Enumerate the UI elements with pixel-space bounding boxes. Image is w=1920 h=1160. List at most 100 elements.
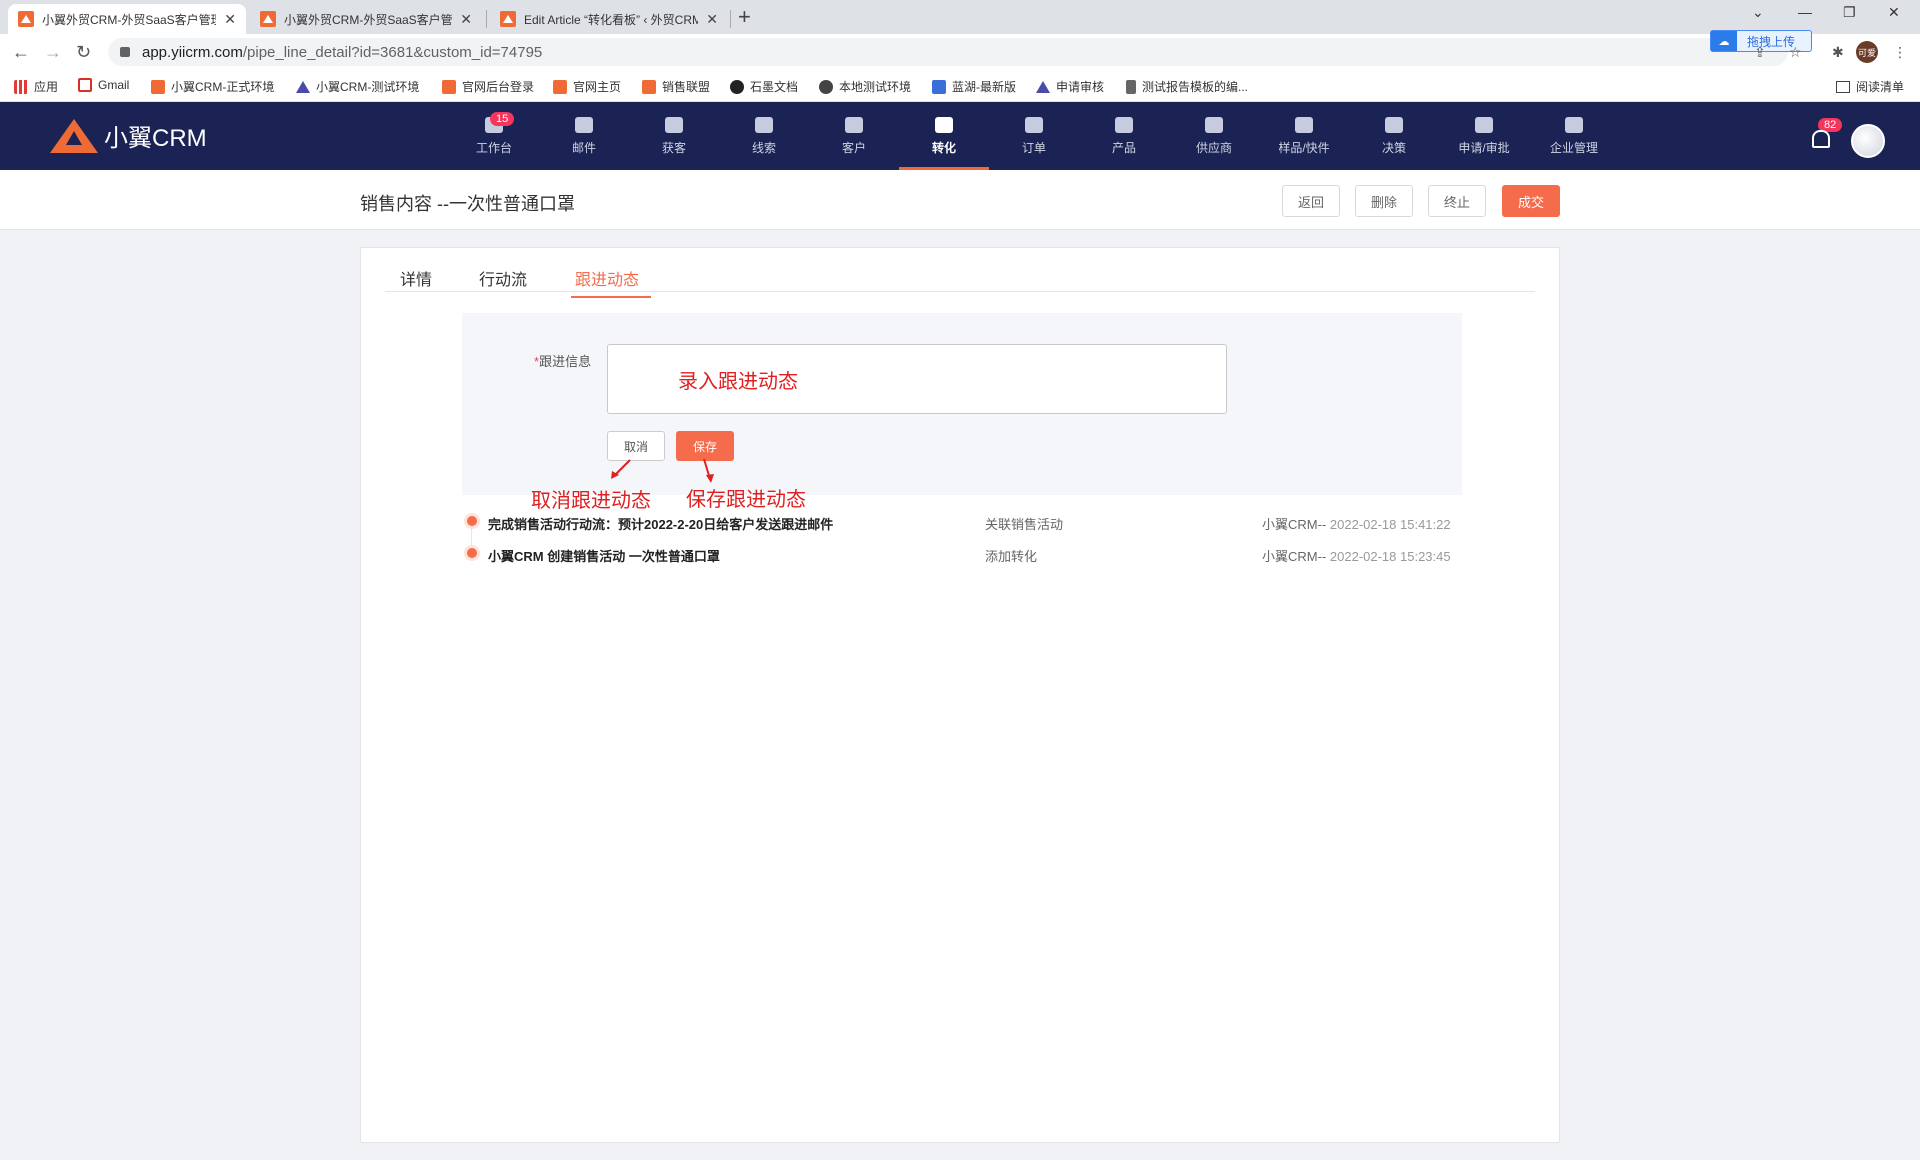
tab-divider: [730, 10, 731, 28]
reload-icon[interactable]: ↻: [76, 42, 91, 63]
browser-toolbar: ← → ↻ app.yiicrm.com/pipe_line_detail?id…: [0, 34, 1920, 70]
window-close-icon[interactable]: ✕: [1888, 4, 1900, 21]
bookmark-local-test[interactable]: 本地测试环境: [819, 78, 911, 95]
supplier-icon: [1205, 116, 1223, 133]
bookmark-admin-login[interactable]: 官网后台登录: [442, 78, 534, 95]
crm-favicon-icon: [642, 79, 656, 94]
app-logo[interactable]: 小翼CRM: [50, 118, 207, 153]
reading-list-icon: [1836, 80, 1850, 93]
page-titlebar: 销售内容 --一次性普通口罩 返回 删除 终止 成交: [0, 170, 1920, 230]
clipboard-icon: [1025, 116, 1043, 133]
bookmark-crm-test[interactable]: 小翼CRM-测试环境: [296, 78, 419, 95]
logo-mark-icon: [50, 118, 98, 153]
bookmark-label: 小翼CRM-测试环境: [316, 80, 420, 94]
forward-arrow-icon[interactable]: →: [44, 42, 62, 63]
bookmark-label: 本地测试环境: [839, 80, 912, 94]
nav-mail[interactable]: 邮件: [544, 102, 624, 170]
logo-text: 小翼CRM: [104, 125, 207, 152]
timeline-meta: 小翼CRM-- 2022-02-18 15:41:22: [1262, 514, 1451, 533]
browser-tab-2[interactable]: 小翼外贸CRM-外贸SaaS客户管理 ✕: [250, 4, 482, 34]
deal-button[interactable]: 成交: [1502, 185, 1560, 217]
minimize-icon[interactable]: —: [1798, 4, 1812, 20]
tab-details[interactable]: 详情: [400, 266, 432, 290]
leads-icon: [755, 116, 773, 133]
close-icon[interactable]: ✕: [224, 11, 236, 28]
pen-icon: [1126, 79, 1136, 94]
user-avatar[interactable]: [1851, 124, 1885, 158]
nav-decisions[interactable]: 决策: [1354, 102, 1434, 170]
tab-divider: [486, 10, 487, 28]
acquire-icon: [665, 116, 683, 133]
star-icon[interactable]: ☆: [1789, 44, 1802, 61]
bookmark-test-report[interactable]: 测试报告模板的编...: [1126, 78, 1248, 95]
nav-suppliers[interactable]: 供应商: [1174, 102, 1254, 170]
nav-acquire[interactable]: 获客: [634, 102, 714, 170]
bookmark-sales-alliance[interactable]: 销售联盟: [642, 78, 710, 95]
back-button[interactable]: 返回: [1282, 185, 1340, 217]
nav-enterprise[interactable]: 企业管理: [1534, 102, 1614, 170]
close-icon[interactable]: ✕: [460, 11, 472, 28]
tab-action-flow[interactable]: 行动流: [479, 266, 527, 290]
bookmark-apps[interactable]: 应用: [14, 78, 58, 95]
bell-icon[interactable]: [1812, 130, 1830, 148]
save-arrowhead: [706, 474, 714, 483]
nav-label: 供应商: [1195, 140, 1232, 155]
browser-tab-3[interactable]: Edit Article “转化看板” ‹ 外贸CRM ✕: [490, 4, 728, 34]
timeline-text: 小翼CRM 创建销售活动 一次性普通口罩: [488, 549, 720, 564]
back-arrow-icon[interactable]: ←: [12, 42, 30, 63]
user-icon: [845, 116, 863, 133]
bookmark-label: 官网后台登录: [462, 80, 535, 94]
url-path: /pipe_line_detail?id=3681&custom_id=7479…: [242, 43, 543, 61]
bookmark-label: 申请审核: [1056, 80, 1105, 94]
follow-up-form: *跟进信息 录入跟进动态 取消 保存 取消跟进动态: [462, 313, 1462, 512]
delete-button[interactable]: 删除: [1355, 185, 1413, 217]
nav-orders[interactable]: 订单: [994, 102, 1074, 170]
nav-label: 客户: [841, 140, 866, 155]
tab-follow-up[interactable]: 跟进动态: [570, 266, 652, 298]
briefcase-icon: [1115, 116, 1133, 133]
nav-products[interactable]: 产品: [1084, 102, 1164, 170]
detail-card: 详情 行动流 跟进动态 *跟进信息 录入跟进动态 取消 保存 取消跟进动态 保存…: [360, 247, 1560, 1143]
extensions-icon[interactable]: ✱: [1832, 44, 1844, 61]
nav-label: 工作台: [475, 140, 512, 155]
bookmark-shimo[interactable]: 石墨文档: [730, 78, 798, 95]
address-bar[interactable]: app.yiicrm.com/pipe_line_detail?id=3681&…: [108, 38, 1788, 66]
bookmark-gmail[interactable]: Gmail: [78, 78, 129, 92]
browser-tab-title: 小翼外贸CRM-外贸SaaS客户管理: [42, 12, 217, 27]
timeline-time: 2022-02-18 15:41:22: [1329, 517, 1451, 532]
url-domain: app.yiicrm.com: [142, 43, 243, 61]
nav-conversion[interactable]: 转化: [899, 102, 989, 170]
bookmark-label: 小翼CRM-正式环境: [171, 80, 275, 94]
timeline-type: 添加转化: [985, 549, 1038, 564]
terminate-button[interactable]: 终止: [1428, 185, 1486, 217]
nav-samples[interactable]: 样品/快件: [1264, 102, 1344, 170]
bookmark-label: 蓝湖-最新版: [952, 80, 1016, 94]
restore-icon[interactable]: ❐: [1843, 4, 1856, 21]
crm-favicon-icon: [500, 11, 516, 27]
crm-favicon-icon: [442, 79, 456, 94]
bookmark-apply-review[interactable]: 申请审核: [1036, 78, 1104, 95]
share-icon[interactable]: ⇪: [1754, 44, 1766, 61]
browser-tab-1[interactable]: 小翼外贸CRM-外贸SaaS客户管理 ✕: [8, 4, 246, 34]
nav-label: 样品/快件: [1278, 140, 1330, 155]
bookmark-homepage[interactable]: 官网主页: [553, 78, 621, 95]
profile-avatar[interactable]: 可爱: [1856, 41, 1878, 63]
reading-list[interactable]: 阅读清单: [1836, 78, 1904, 95]
nav-label: 产品: [1111, 140, 1136, 155]
mail-icon: [575, 116, 593, 133]
chevron-down-icon[interactable]: ⌄: [1752, 4, 1764, 21]
more-menu-icon[interactable]: ⋮: [1893, 44, 1907, 61]
bookmark-label: 测试报告模板的编...: [1142, 80, 1249, 94]
timeline-text: 完成销售活动行动流：预计2022-2-20日给客户发送跟进邮件: [488, 517, 834, 532]
bookmark-crm-prod[interactable]: 小翼CRM-正式环境: [151, 78, 274, 95]
crm-favicon-icon: [18, 11, 34, 27]
nav-approvals[interactable]: 申请/审批: [1444, 102, 1524, 170]
nav-label: 申请/审批: [1458, 140, 1510, 155]
nav-leads[interactable]: 线索: [724, 102, 804, 170]
new-tab-icon[interactable]: +: [738, 4, 751, 30]
close-icon[interactable]: ✕: [706, 11, 718, 28]
lock-icon: [120, 47, 130, 57]
flask-icon: [1295, 116, 1313, 133]
nav-customers[interactable]: 客户: [814, 102, 894, 170]
bookmark-lanhu[interactable]: 蓝湖-最新版: [932, 78, 1016, 95]
